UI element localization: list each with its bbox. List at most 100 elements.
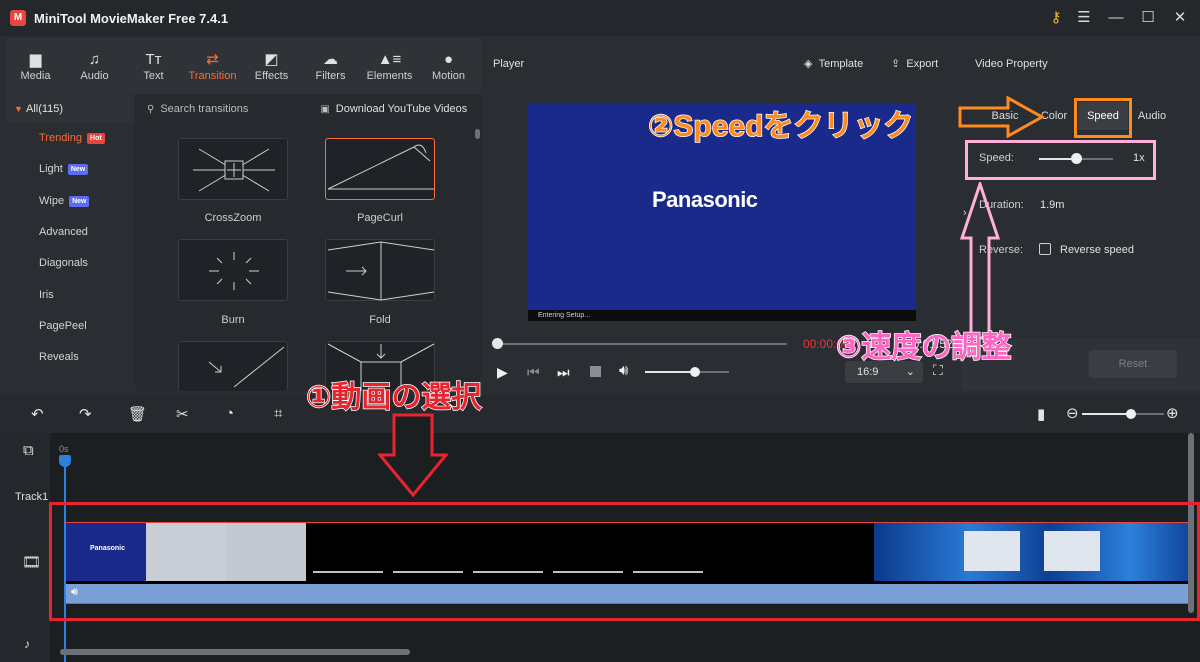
minimize-button[interactable]: — [1100,0,1132,36]
title-bar: M MiniTool MovieMaker Free 7.4.1 ⚷ ☰ — ☐… [0,0,1200,36]
transition-label: PageCurl [357,212,403,224]
youtube-icon: ▣ [320,103,330,115]
zoom-fill [1082,413,1131,415]
tool-filters[interactable]: ☁ Filters [301,38,360,94]
crop-icon[interactable]: ⌗ [274,405,282,422]
diagonal-preview-icon [208,346,285,388]
burn-preview-icon [209,252,259,290]
transition-label: Burn [221,314,245,326]
annotation-arrow-up-icon [959,182,1001,340]
annotation-arrow-down-icon [378,413,448,498]
tool-media[interactable]: ▆ Media [6,38,65,94]
effects-icon: ◩ [264,51,279,68]
music-track-icon: ♪ [24,637,30,651]
next-frame-button[interactable]: ⏭ [557,364,570,381]
fit-timeline-icon[interactable]: ▮ [1037,405,1045,423]
tool-elements[interactable]: ▲≡ Elements [360,38,419,94]
category-diagonals[interactable]: Diagonals [6,248,134,279]
scissors-icon[interactable]: ✂ [176,405,189,423]
layers-icon: ◈ [804,58,813,70]
category-iris[interactable]: Iris [6,279,134,310]
category-trending[interactable]: Trending Hot [6,123,134,154]
zoom-in-icon[interactable]: ⊕ [1166,404,1179,422]
hot-badge: Hot [87,133,105,145]
transition-thumb-fold[interactable] [325,239,435,301]
transition-thumb-pagecurl[interactable] [325,138,435,200]
zoom-knob[interactable] [1126,409,1136,419]
search-input[interactable]: Search transitions [160,103,308,115]
tool-transition[interactable]: ⇄ Transition [183,38,242,94]
grid-scrollbar[interactable] [475,129,480,139]
pagecurl-preview-icon [327,144,434,190]
transition-thumb-5[interactable] [178,341,288,391]
ruler-start-label: 0s [59,444,69,454]
trash-icon[interactable]: 🗑︎ [128,405,147,423]
annotation-step1: ①動画の選択 [305,380,482,415]
motion-icon: ● [443,51,454,68]
duration-value: 1.9m [1040,199,1065,211]
tool-motion[interactable]: ● Motion [419,38,478,94]
tab-audio[interactable]: Audio [1130,102,1174,130]
media-toolbar: ▆ Media ♫ Audio Tт Text ⇄ Transition ◩ Effect… [6,38,481,94]
export-button[interactable]: ⇪ Export [891,57,938,70]
stop-button[interactable] [590,366,601,377]
category-pagepeel[interactable]: PagePeel [6,311,134,342]
template-button[interactable]: ◈ Template [804,57,863,70]
close-button[interactable]: ✕ [1164,0,1196,36]
search-icon: ⚲ [147,103,155,115]
transition-thumb-crosszoom[interactable] [178,138,288,200]
menu-icon[interactable]: ☰ [1068,0,1100,36]
annotation-box-clip [49,502,1200,621]
annotation-arrow-right-icon [958,96,1046,138]
tool-audio[interactable]: ♫ Audio [65,38,124,94]
previous-frame-button[interactable]: ⏮ [527,364,540,381]
reset-button[interactable]: Reset [1089,350,1177,378]
undo-icon[interactable]: ↶ [31,405,44,423]
category-wipe[interactable]: Wipe New [6,186,134,217]
timeline-track-headers [0,433,50,662]
category-reveals[interactable]: Reveals [6,342,134,373]
volume-icon[interactable]: 🔊︎ [619,362,628,379]
category-advanced[interactable]: Advanced [6,217,134,248]
reverse-checkbox-label: Reverse speed [1060,244,1134,256]
transition-label: Fold [369,314,391,326]
tool-text[interactable]: Tт Text [124,38,183,94]
annotation-box-speed-slider [965,140,1156,180]
track-label: Track1 [15,491,49,503]
tool-effects[interactable]: ◩ Effects [242,38,301,94]
elements-icon: ▲≡ [377,51,402,68]
annotation-step2: ②Speedをクリック [647,109,914,144]
add-track-icon[interactable]: ⧉ [23,442,34,459]
player-title: Player [493,58,525,70]
download-youtube-link[interactable]: Download YouTube Videos [336,103,468,115]
property-title: Video Property [975,58,1048,70]
speed-gauge-icon[interactable]: ◔ [225,405,234,422]
volume-knob[interactable] [690,367,700,377]
volume-fill [645,371,695,373]
music-icon: ♫ [88,51,101,68]
transition-grid-panel: ⚲ Search transitions ▣ Download YouTube … [135,95,481,391]
category-panel: ▼ All(115) Trending Hot Light New Wipe New … [6,95,134,391]
window-title: MiniTool MovieMaker Free 7.4.1 [34,10,229,26]
category-all[interactable]: ▼ All(115) [6,95,134,123]
text-icon: Tт [145,51,162,68]
fold-preview-icon [327,241,435,301]
export-icon: ⇪ [891,58,901,70]
caret-down-icon: ▼ [14,104,23,114]
redo-icon[interactable]: ↷ [79,405,92,423]
filters-icon: ☁ [323,51,338,68]
folder-icon: ▆ [29,51,42,68]
annotation-box-speed-tab [1074,98,1132,138]
reverse-checkbox[interactable] [1039,243,1051,255]
app-logo-icon: M [10,10,26,26]
timeline-playhead-handle[interactable] [59,455,71,467]
timeline-horizontal-scrollbar[interactable] [60,649,410,655]
zoom-out-icon[interactable]: ⊖ [1066,404,1079,422]
video-status-bar: Entering Setup... [528,310,916,321]
transition-thumb-burn[interactable] [178,239,288,301]
playback-progress-knob[interactable] [491,338,503,349]
maximize-button[interactable]: ☐ [1132,0,1164,36]
playback-progress-track[interactable] [497,343,787,345]
play-button[interactable]: ▶ [497,364,508,381]
category-light[interactable]: Light New [6,154,134,185]
